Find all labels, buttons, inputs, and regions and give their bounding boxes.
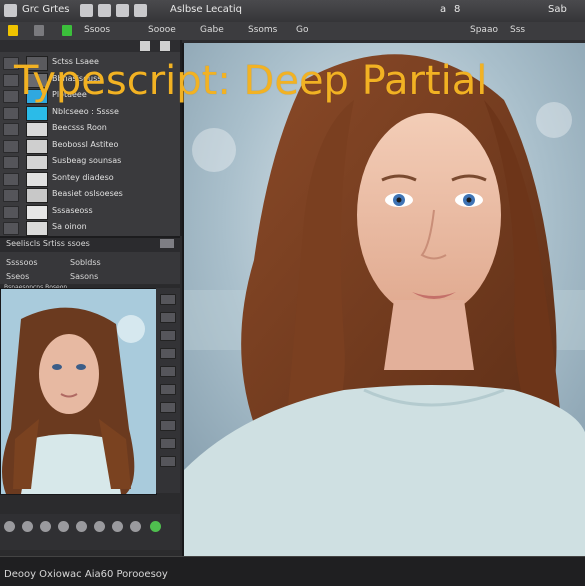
layer-label: Beobossl Astiteo — [52, 139, 119, 149]
color-swatch-green[interactable] — [62, 25, 72, 36]
tool-icon-7[interactable] — [160, 402, 176, 413]
toolbar-item-7[interactable]: Sss — [510, 25, 525, 35]
layers-panel-header — [0, 40, 180, 52]
layer-row[interactable]: Beobossl Astiteo — [0, 137, 178, 154]
tool-icon[interactable] — [34, 25, 44, 36]
preview-image — [0, 288, 157, 495]
toolbar-item-1[interactable]: Ssoos — [84, 25, 110, 35]
strip-icon-7[interactable] — [112, 521, 123, 532]
panel-menu-icon[interactable] — [160, 41, 170, 51]
layer-thumbnail — [26, 171, 48, 187]
strip-icon-1[interactable] — [4, 521, 15, 532]
prop-item-4[interactable]: Sasons — [70, 272, 98, 281]
strip-icon-3[interactable] — [40, 521, 51, 532]
tool-icon-5[interactable] — [160, 366, 176, 377]
layer-row[interactable]: Sssaseoss — [0, 203, 178, 220]
layer-visibility-icon[interactable] — [3, 156, 19, 169]
layer-label: Sontey diadeso — [52, 172, 114, 182]
properties-header-label: Seeliscls Srtiss ssoes — [6, 239, 90, 248]
layer-thumbnail — [26, 221, 48, 236]
export-icon[interactable] — [134, 4, 147, 17]
strip-icon-6[interactable] — [94, 521, 105, 532]
layer-label: Sssaseoss — [52, 205, 93, 215]
menu-item-3[interactable]: a — [440, 4, 446, 15]
color-swatch-yellow[interactable] — [8, 25, 18, 36]
layer-visibility-icon[interactable] — [3, 222, 19, 235]
menu-item-4[interactable]: 8 — [454, 4, 460, 15]
layer-visibility-icon[interactable] — [3, 123, 19, 136]
layer-visibility-icon[interactable] — [3, 189, 19, 202]
toolbar-item-2[interactable]: Soooe — [148, 25, 176, 35]
panel-close-icon[interactable] — [140, 41, 150, 51]
layer-label: Beasiet oslsoeses — [52, 189, 123, 198]
toolbar: Ssoos Soooe Gabe Ssoms Go Spaao Sss — [0, 22, 585, 41]
tool-icon-4[interactable] — [160, 348, 176, 359]
layer-row[interactable]: Nblcseeo : Sssse — [0, 104, 178, 121]
tool-icon-10[interactable] — [160, 456, 176, 467]
strip-icon-8[interactable] — [130, 521, 141, 532]
status-bar: Deooy Oxiowac Aia60 Porooesoy — [0, 556, 585, 586]
strip-icon-green[interactable] — [150, 521, 161, 532]
open-icon[interactable] — [98, 4, 111, 17]
properties-toggle-icon[interactable] — [160, 239, 174, 248]
bottom-icon-strip — [0, 514, 180, 550]
layer-row[interactable]: Susbeag sounsas — [0, 153, 178, 170]
tool-icon-8[interactable] — [160, 420, 176, 431]
menu-right-text: Sab — [548, 4, 567, 15]
layer-label: Beecsss Roon — [52, 123, 107, 132]
prop-item-3[interactable]: Sseos — [6, 272, 29, 281]
layer-row[interactable]: Beasiet oslsoeses — [0, 186, 178, 203]
tool-icon-2[interactable] — [160, 312, 176, 323]
new-icon[interactable] — [80, 4, 93, 17]
app-icon[interactable] — [4, 4, 17, 17]
overlay-title: Typescript: Deep Partial — [14, 58, 488, 104]
layer-row[interactable]: Sa oinon — [0, 219, 178, 236]
properties-toolbar: Ssssoos Sobldss Sseos Sasons — [0, 252, 180, 284]
main-portrait — [184, 40, 585, 556]
layer-thumbnail — [26, 138, 48, 154]
canvas-frame — [182, 40, 585, 43]
layer-label: Nblcseeo : Sssse — [52, 106, 119, 116]
layer-row[interactable]: Beecsss Roon — [0, 120, 178, 137]
prop-item-2[interactable]: Sobldss — [70, 258, 101, 267]
toolbar-item-4[interactable]: Ssoms — [248, 25, 277, 35]
tool-icon-3[interactable] — [160, 330, 176, 341]
layer-thumbnail — [26, 122, 48, 137]
tool-icon-6[interactable] — [160, 384, 176, 395]
layer-thumbnail — [26, 204, 48, 220]
layer-visibility-icon[interactable] — [3, 106, 19, 120]
layer-thumbnail — [26, 155, 48, 170]
strip-icon-4[interactable] — [58, 521, 69, 532]
tool-icon-1[interactable] — [160, 294, 176, 305]
menu-item-2[interactable]: Aslbse Lecatiq — [170, 4, 242, 15]
strip-icon-5[interactable] — [76, 521, 87, 532]
prop-item-1[interactable]: Ssssoos — [6, 258, 38, 267]
tool-icon-9[interactable] — [160, 438, 176, 449]
save-icon[interactable] — [116, 4, 129, 17]
layer-visibility-icon[interactable] — [3, 205, 19, 219]
properties-header: Seeliscls Srtiss ssoes — [0, 236, 180, 253]
preview-tool-column — [156, 288, 180, 493]
layer-thumbnail — [26, 188, 48, 203]
preview-portrait — [1, 289, 156, 494]
toolbar-item-5[interactable]: Go — [296, 25, 308, 35]
strip-icon-2[interactable] — [22, 521, 33, 532]
layer-label: Susbeag sounsas — [52, 156, 122, 165]
status-text: Deooy Oxiowac Aia60 Porooesoy — [4, 569, 168, 580]
menu-bar: Grc Grtes Aslbse Lecatiq a 8 Sab — [0, 0, 585, 23]
toolbar-item-3[interactable]: Gabe — [200, 25, 224, 35]
layer-visibility-icon[interactable] — [3, 172, 19, 186]
main-canvas[interactable] — [182, 40, 585, 556]
layer-row[interactable]: Sontey diadeso — [0, 170, 178, 187]
toolbar-item-6[interactable]: Spaao — [470, 25, 498, 35]
menu-item-1[interactable]: Grc Grtes — [22, 4, 69, 15]
layer-thumbnail — [26, 105, 48, 121]
layer-visibility-icon[interactable] — [3, 139, 19, 153]
layer-label: Sa oinon — [52, 222, 87, 231]
